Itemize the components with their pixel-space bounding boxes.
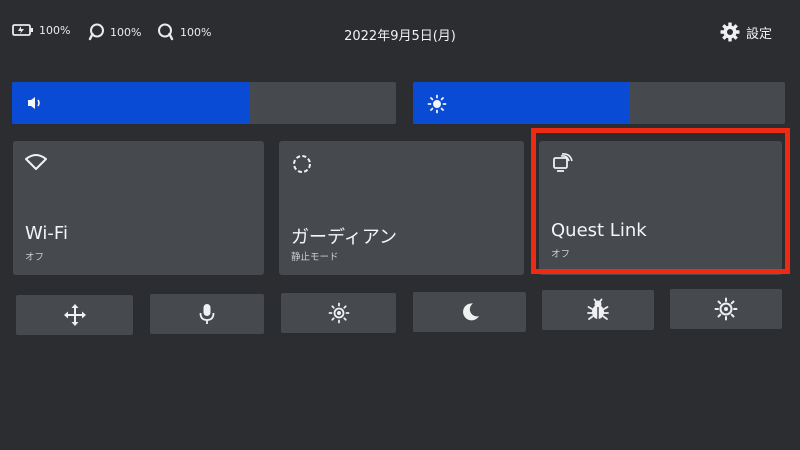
microphone-icon xyxy=(199,304,215,324)
volume-slider[interactable] xyxy=(12,82,396,124)
bug-report-button[interactable] xyxy=(542,290,654,330)
wifi-status: オフ xyxy=(25,252,45,263)
status-bar: 100% 100% 100% 2022年9月5日(月) 設定 xyxy=(0,0,800,70)
brightness-slider[interactable] xyxy=(413,82,785,124)
move-icon xyxy=(63,304,86,326)
settings-label: 設定 xyxy=(745,26,772,42)
settings-button[interactable]: 設定 xyxy=(720,22,772,42)
volume-icon xyxy=(28,97,40,109)
wifi-label: Wi-Fi xyxy=(25,223,68,244)
brightness-small-icon xyxy=(328,302,349,324)
passthrough-icon xyxy=(714,297,738,321)
wifi-icon xyxy=(25,154,47,170)
volume-fill xyxy=(12,82,251,124)
bug-report-icon xyxy=(587,298,609,320)
night-mode-button[interactable] xyxy=(413,292,526,332)
guardian-status: 静止モード xyxy=(291,252,339,263)
tile-guardian[interactable]: ガーディアン 静止モード xyxy=(279,141,524,275)
guardian-icon xyxy=(293,155,311,173)
quest-link-highlight-frame xyxy=(531,128,790,274)
passthrough-button[interactable] xyxy=(670,289,782,329)
gear-icon xyxy=(720,22,740,42)
guardian-label: ガーディアン xyxy=(291,227,398,248)
night-mode-icon xyxy=(462,303,479,321)
tile-wifi[interactable]: Wi-Fi オフ xyxy=(13,141,264,275)
microphone-button[interactable] xyxy=(150,294,264,334)
move-button[interactable] xyxy=(16,295,133,335)
brightness-button[interactable] xyxy=(281,293,396,333)
date-label: 2022年9月5日(月) xyxy=(344,29,456,44)
brightness-icon xyxy=(427,94,447,114)
